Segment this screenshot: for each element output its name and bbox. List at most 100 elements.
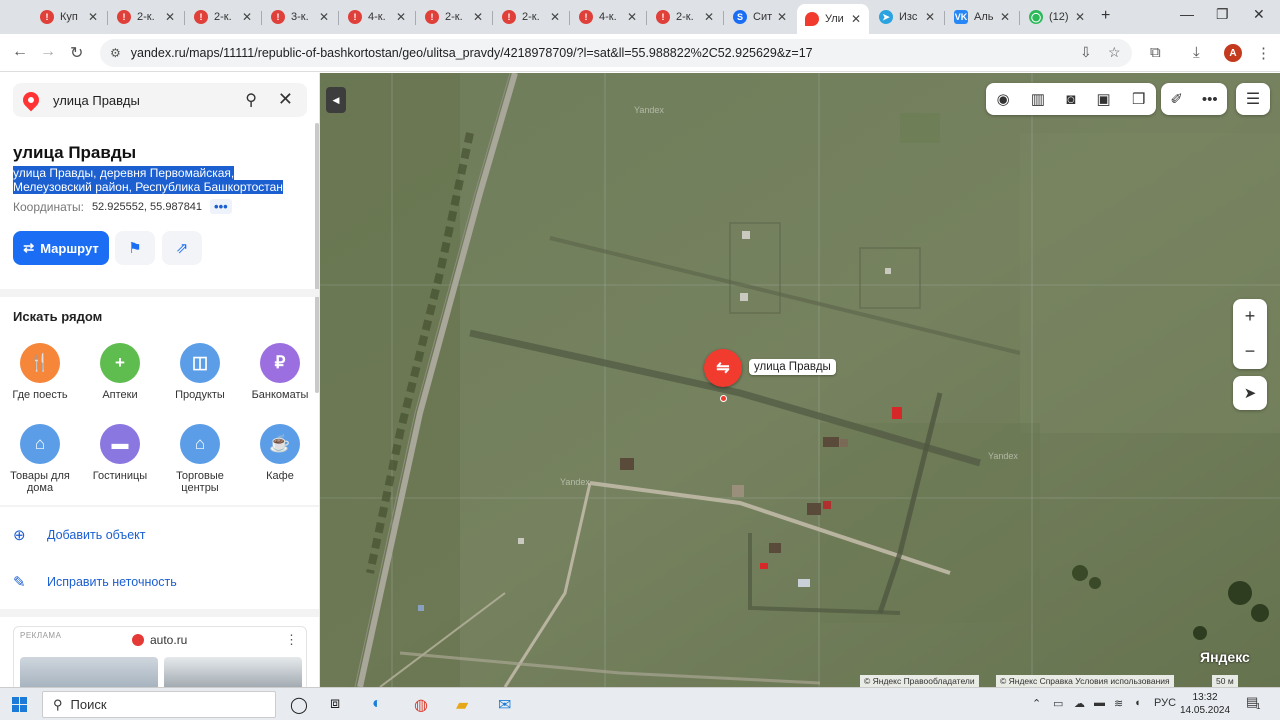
bookmark-star-icon[interactable]: ☆ xyxy=(1108,44,1121,61)
tab-6[interactable]: ! 2-к. ✕ xyxy=(417,4,491,30)
yandex-logo[interactable]: Яндекс xyxy=(1200,649,1250,665)
close-icon[interactable]: ✕ xyxy=(240,10,254,24)
cortana-icon[interactable]: ◯ xyxy=(290,695,308,715)
category-food[interactable]: 🍴 Где поесть xyxy=(5,343,75,401)
sidebar-scrollbar[interactable] xyxy=(315,123,319,393)
language-indicator[interactable]: РУС xyxy=(1154,697,1176,709)
category-malls[interactable]: ⌂ Торговые центры xyxy=(165,424,235,494)
close-icon[interactable]: ✕ xyxy=(471,10,485,24)
extensions-icon[interactable]: ⧉ xyxy=(1150,44,1161,61)
browser-menu-icon[interactable]: ⋮ xyxy=(1256,44,1271,62)
panorama-icon[interactable]: ▥ xyxy=(1031,90,1045,108)
windows-start-icon[interactable] xyxy=(12,697,27,712)
close-icon[interactable]: ✕ xyxy=(86,10,100,24)
clear-icon[interactable]: ✕ xyxy=(278,89,293,110)
close-icon[interactable]: ✕ xyxy=(1073,10,1087,24)
tab-chat[interactable]: ◯ (12) ✕ xyxy=(1021,4,1093,30)
clock[interactable]: 13:32 14.05.2024 xyxy=(1180,691,1230,717)
battery-icon[interactable]: ▬ xyxy=(1094,697,1105,709)
wifi-icon[interactable]: ≋ xyxy=(1114,697,1123,710)
tray-device-icon[interactable]: ▭ xyxy=(1053,697,1063,710)
fix-inaccuracy-link[interactable]: ✎ Исправить неточность xyxy=(13,573,177,591)
reload-icon[interactable]: ↻ xyxy=(70,43,83,63)
coordinates-value[interactable]: 52.925552, 55.987841 xyxy=(92,201,202,213)
profile-avatar[interactable]: A xyxy=(1224,44,1242,62)
minimize-icon[interactable]: — xyxy=(1180,6,1194,22)
close-icon[interactable]: ✕ xyxy=(775,10,789,24)
coordinates-more-button[interactable]: ••• xyxy=(210,199,232,214)
close-icon[interactable]: ✕ xyxy=(394,10,408,24)
url-text[interactable]: yandex.ru/maps/11111/republic-of-bashkor… xyxy=(131,46,813,60)
copyright-rights[interactable]: © Яндекс Правообладатели xyxy=(860,675,979,687)
close-icon[interactable]: ✕ xyxy=(163,10,177,24)
satellite-map[interactable]: Yandex Yandex Yandex ◀ ◉ ▥ ◙ ▣ ❒ ✐ ••• ☰… xyxy=(320,73,1280,687)
back-icon[interactable]: ← xyxy=(12,43,28,61)
copyright-links[interactable]: © Яндекс Справка Условия использования xyxy=(996,675,1174,687)
traffic-icon[interactable]: ❒ xyxy=(1132,90,1145,108)
maximize-icon[interactable]: ❐ xyxy=(1216,6,1229,23)
locate-me-button[interactable]: ➤ xyxy=(1233,376,1267,410)
close-icon[interactable]: ✕ xyxy=(548,10,562,24)
street-marker[interactable]: ⇋ xyxy=(704,349,742,387)
volume-icon[interactable]: ◖ xyxy=(1134,697,1141,709)
close-icon[interactable]: ✕ xyxy=(702,10,716,24)
tab-2[interactable]: ! 2-к. ✕ xyxy=(109,4,183,30)
camera-icon[interactable]: ◙ xyxy=(1066,91,1075,108)
task-view-icon[interactable]: ⧈ xyxy=(330,695,340,713)
tab-9[interactable]: ! 2-к. ✕ xyxy=(648,4,722,30)
tab-3[interactable]: ! 2-к. ✕ xyxy=(186,4,260,30)
menu-icon[interactable]: ☰ xyxy=(1236,83,1270,115)
tab-1[interactable]: ! Куп ✕ xyxy=(32,4,106,30)
more-options-icon[interactable]: ⋮ xyxy=(285,632,298,648)
zoom-out-button[interactable]: − xyxy=(1233,334,1267,369)
category-cafe[interactable]: ☕ Кафе xyxy=(245,424,315,482)
chrome-icon[interactable]: ◍ xyxy=(414,695,428,715)
tab-vk[interactable]: VK Аль ✕ xyxy=(946,4,1018,30)
close-window-icon[interactable]: ✕ xyxy=(1253,6,1265,23)
tab-telegram[interactable]: ➤ Изс ✕ xyxy=(871,4,943,30)
category-home-goods[interactable]: ⌂ Товары для дома xyxy=(5,424,75,494)
tab-8[interactable]: ! 4-к. ✕ xyxy=(571,4,645,30)
collapse-sidebar-button[interactable]: ◀ xyxy=(326,87,346,113)
bus-icon[interactable]: ▣ xyxy=(1097,90,1111,108)
zoom-in-button[interactable]: + xyxy=(1233,299,1267,334)
ruler-icon[interactable]: ✐ xyxy=(1170,90,1183,108)
tray-chevron-icon[interactable]: ⌃ xyxy=(1032,697,1041,710)
edge-icon[interactable]: ◐ xyxy=(372,695,382,713)
ad-image[interactable] xyxy=(164,657,302,687)
tab-10[interactable]: S Сит ✕ xyxy=(725,4,795,30)
category-pharmacy[interactable]: + Аптеки xyxy=(85,343,155,401)
category-groceries[interactable]: ◫ Продукты xyxy=(165,343,235,401)
tab-active-maps[interactable]: Ули ✕ xyxy=(797,4,869,34)
add-object-link[interactable]: ⊕ Добавить объект xyxy=(13,526,146,544)
tab-5[interactable]: ! 4-к. ✕ xyxy=(340,4,414,30)
category-hotels[interactable]: ▬ Гостиницы xyxy=(85,424,155,482)
layers-icon[interactable]: ◉ xyxy=(997,90,1010,108)
tab-4[interactable]: ! 3-к. ✕ xyxy=(263,4,337,30)
new-tab-button[interactable]: + xyxy=(1101,7,1110,25)
close-icon[interactable]: ✕ xyxy=(923,10,937,24)
cloud-icon[interactable]: ☁ xyxy=(1074,697,1085,710)
close-icon[interactable]: ✕ xyxy=(849,12,863,26)
share-button[interactable]: ⇗ xyxy=(162,231,202,265)
search-icon[interactable]: ⚲ xyxy=(245,90,257,110)
install-app-icon[interactable]: ⇩ xyxy=(1080,44,1092,61)
download-icon[interactable]: ⤓ xyxy=(1193,44,1200,61)
bookmark-button[interactable]: ⚑ xyxy=(115,231,155,265)
file-explorer-icon[interactable]: ▰ xyxy=(456,695,468,715)
marker-label[interactable]: улица Правды xyxy=(749,359,836,375)
mail-icon[interactable]: ✉ xyxy=(498,695,511,715)
more-icon[interactable]: ••• xyxy=(1202,91,1218,108)
close-icon[interactable]: ✕ xyxy=(625,10,639,24)
address-bar[interactable]: ⚙ yandex.ru/maps/11111/republic-of-bashk… xyxy=(100,39,1132,67)
search-input[interactable]: улица Правды xyxy=(53,93,140,108)
category-atm[interactable]: ₽ Банкоматы xyxy=(245,343,315,401)
close-icon[interactable]: ✕ xyxy=(998,10,1012,24)
ad-brand[interactable]: auto.ru xyxy=(132,633,187,647)
route-button[interactable]: ⇄ Маршрут xyxy=(13,231,109,265)
site-info-icon[interactable]: ⚙ xyxy=(110,46,121,60)
taskbar-search[interactable]: ⚲ Поиск xyxy=(42,691,276,718)
tab-7[interactable]: ! 2-к. ✕ xyxy=(494,4,568,30)
ad-banner[interactable]: РЕКЛАМА auto.ru ⋮ xyxy=(13,626,307,687)
ad-image[interactable] xyxy=(20,657,158,687)
